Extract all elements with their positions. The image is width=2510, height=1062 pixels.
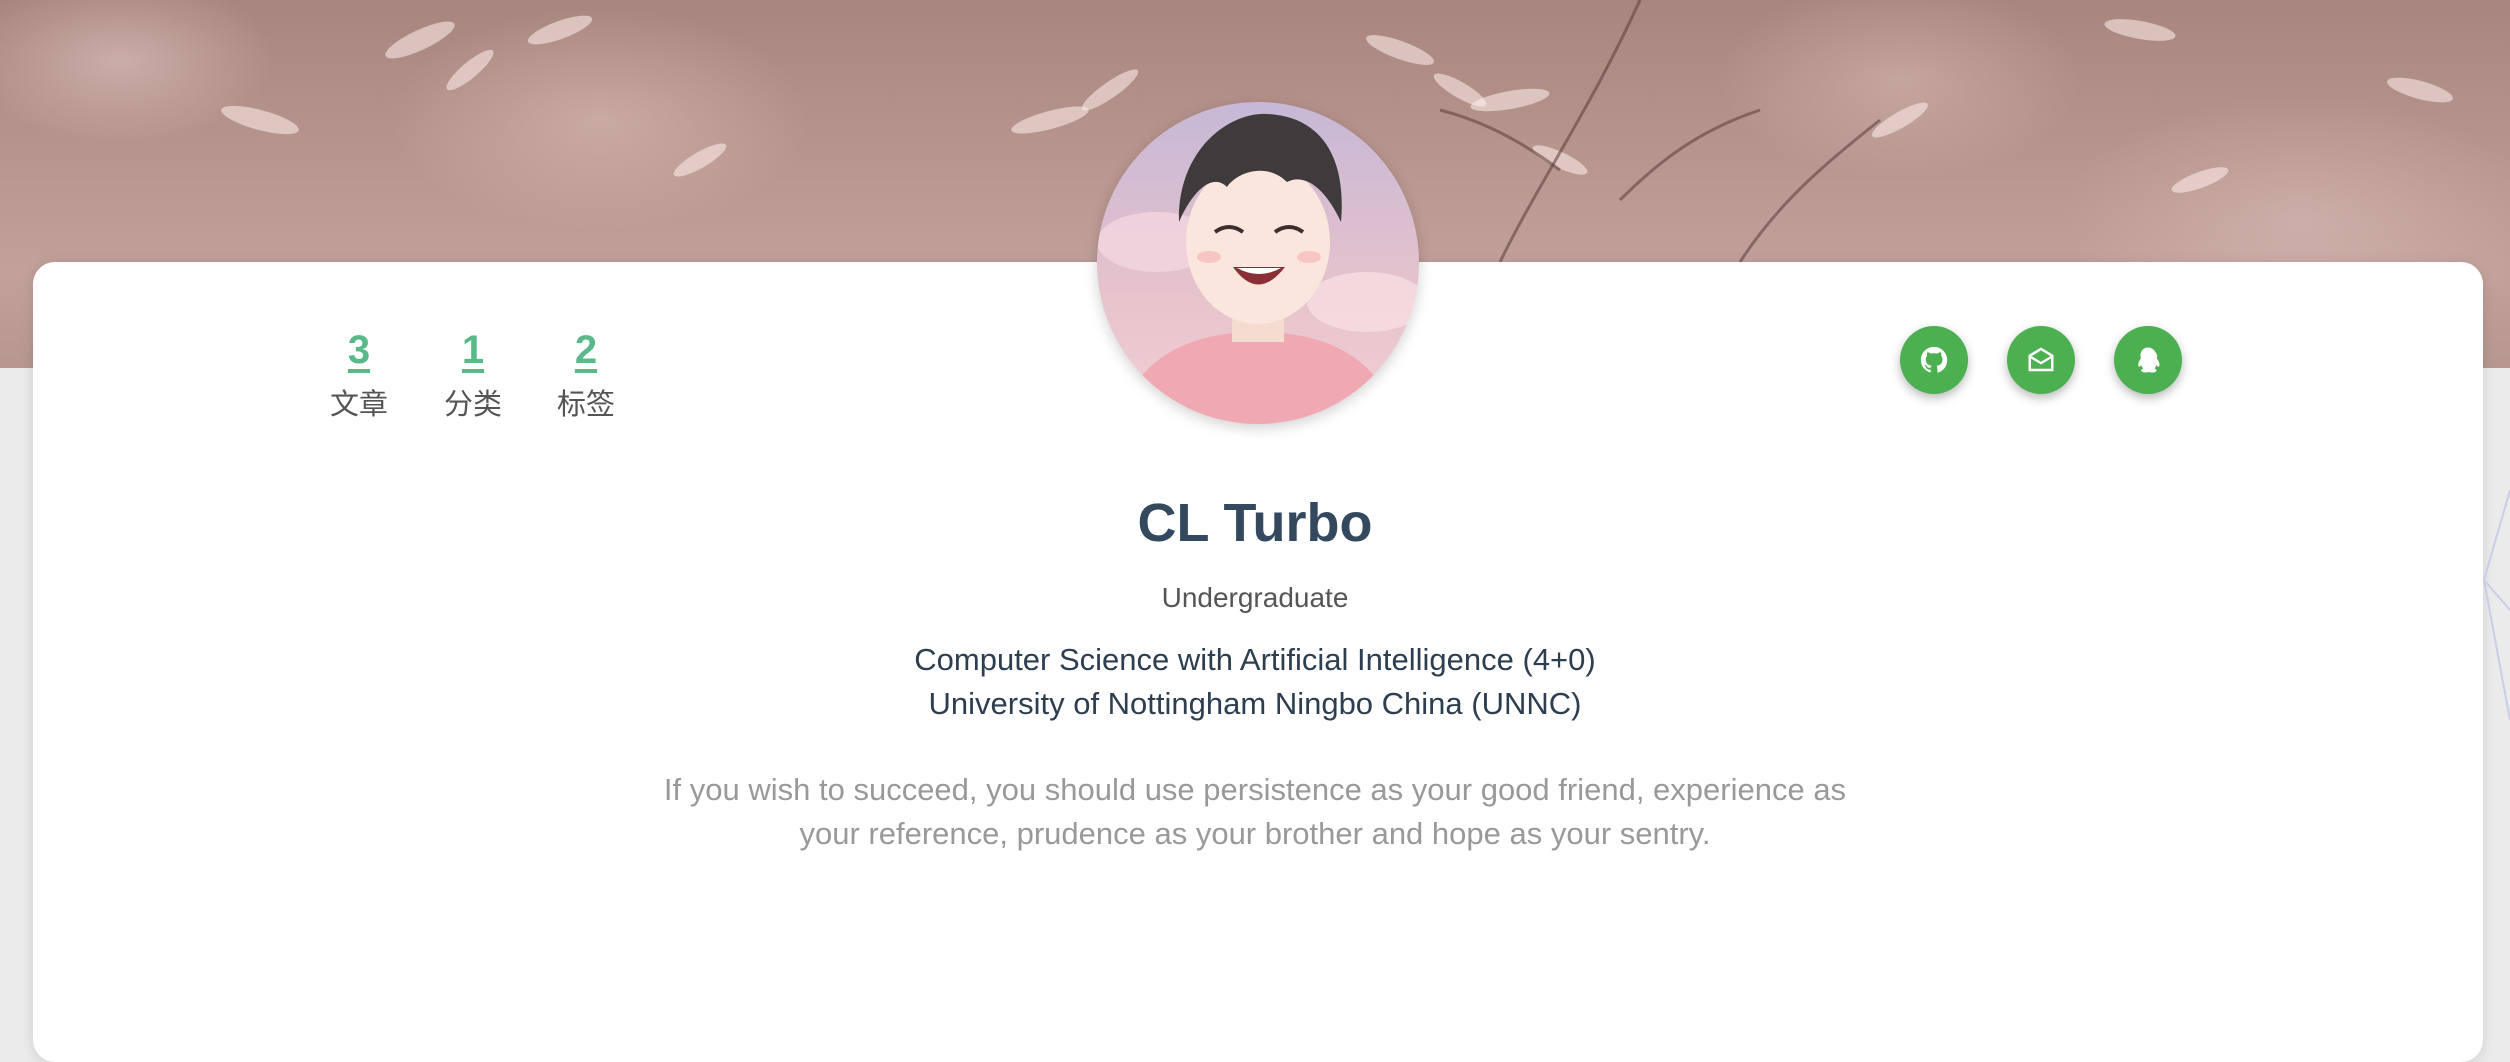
stat-categories-count[interactable]: 1 <box>423 320 523 380</box>
stat-categories-label: 分类 <box>443 387 502 421</box>
profile-program: Computer Science with Artificial Intelli… <box>0 638 2510 726</box>
profile-name: CL Turbo <box>1137 493 1373 553</box>
qq-icon <box>2138 347 2160 373</box>
avatar[interactable] <box>1097 102 1419 424</box>
program-degree: Computer Science with Artificial Intelli… <box>914 642 1596 677</box>
quote-line-1: If you wish to succeed, you should use p… <box>663 772 1847 807</box>
stat-tags-count[interactable]: 2 <box>536 320 636 380</box>
stat-articles-count[interactable]: 3 <box>309 320 409 380</box>
avatar-image <box>1097 102 1419 424</box>
program-university: University of Nottingham Ningbo China (U… <box>928 686 1582 721</box>
stat-categories[interactable]: 1 分类 <box>423 320 523 428</box>
qq-button[interactable] <box>2114 326 2182 394</box>
stat-articles[interactable]: 3 文章 <box>309 320 409 428</box>
stat-tags[interactable]: 2 标签 <box>536 320 636 428</box>
stat-tags-label: 标签 <box>556 387 615 421</box>
profile-role: Undergraduate <box>1161 582 1349 613</box>
profile-quote: If you wish to succeed, you should use p… <box>640 768 1870 856</box>
email-button[interactable] <box>2007 326 2075 394</box>
github-icon <box>1920 346 1948 373</box>
email-icon <box>2028 347 2054 372</box>
stat-articles-label: 文章 <box>329 387 388 421</box>
quote-line-2: your reference, prudence as your brother… <box>799 816 1711 851</box>
background-particle-lines <box>2482 489 2510 721</box>
github-button[interactable] <box>1900 326 1968 394</box>
